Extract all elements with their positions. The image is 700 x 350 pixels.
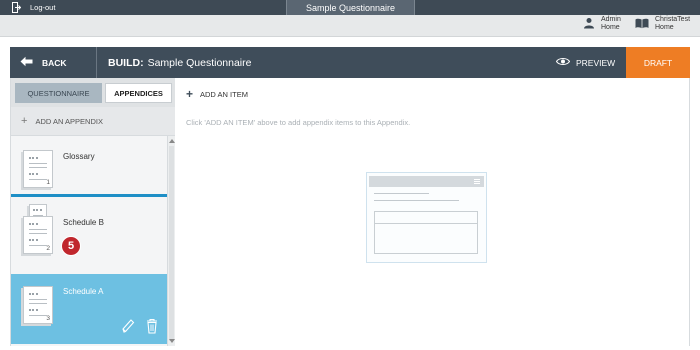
admin-home-label: Admin Home <box>601 16 621 31</box>
trash-icon[interactable] <box>146 318 158 336</box>
admin-home-link[interactable]: Admin Home <box>583 16 621 32</box>
list-item-schedule-a[interactable]: 3 Schedule A <box>11 274 167 344</box>
appendix-name: Schedule B <box>63 218 104 227</box>
back-button[interactable]: BACK <box>10 47 97 78</box>
sidebar-tabs: QUESTIONNAIRE APPENDICES <box>11 78 175 107</box>
build-prefix: BUILD: <box>108 56 144 69</box>
content-frame: QUESTIONNAIRE APPENDICES + ADD AN APPEND… <box>10 78 690 346</box>
status-badge: DRAFT <box>626 47 690 78</box>
appendix-name: Glossary <box>63 152 95 161</box>
appendix-name: Schedule A <box>63 287 104 296</box>
drop-indicator <box>11 194 167 197</box>
document-icon: 3 <box>23 286 53 324</box>
build-header: BACK BUILD: Sample Questionnaire PREVIEW… <box>10 47 690 78</box>
add-item-label: ADD AN ITEM <box>200 89 248 99</box>
page-title: BUILD: Sample Questionnaire <box>108 47 251 78</box>
list-item-schedule-b[interactable]: 2 Schedule B 5 <box>11 202 167 272</box>
logout-label: Log-out <box>30 3 56 12</box>
add-appendix-label: ADD AN APPENDIX <box>35 116 103 126</box>
tab-appendices[interactable]: APPENDICES <box>105 83 172 103</box>
appendix-sidebar: QUESTIONNAIRE APPENDICES + ADD AN APPEND… <box>11 78 175 346</box>
logout-icon <box>12 2 21 13</box>
book-icon <box>635 18 649 31</box>
christa-home-label: ChristaTest Home <box>655 16 691 31</box>
add-appendix-button[interactable]: + ADD AN APPENDIX <box>11 107 175 136</box>
add-item-button[interactable]: + ADD AN ITEM <box>186 87 248 101</box>
window-title-tab[interactable]: Sample Questionnaire <box>286 0 415 15</box>
sidebar-scrollbar[interactable] <box>167 136 175 346</box>
empty-state-illustration <box>366 172 487 263</box>
top-system-bar: Log-out Sample Questionnaire <box>0 0 700 15</box>
questionnaire-title: Sample Questionnaire <box>147 56 252 69</box>
appendix-number: 2 <box>46 245 50 252</box>
empty-state-hint: Click 'ADD AN ITEM' above to add appendi… <box>186 118 411 127</box>
plus-icon: + <box>186 87 194 101</box>
arrow-left-icon <box>20 56 33 69</box>
appendix-number: 1 <box>46 179 50 186</box>
appendix-editor: + ADD AN ITEM Click 'ADD AN ITEM' above … <box>176 78 690 346</box>
user-home-bar: Admin Home ChristaTest Home <box>0 15 700 37</box>
back-label: BACK <box>42 57 67 68</box>
preview-button[interactable]: PREVIEW <box>555 47 616 78</box>
step-badge: 5 <box>61 236 81 256</box>
scroll-down-icon[interactable] <box>169 339 175 343</box>
menu-icon <box>474 179 480 184</box>
christa-home-link[interactable]: ChristaTest Home <box>635 16 690 32</box>
preview-label: PREVIEW <box>576 57 616 68</box>
appendix-list: 1 Glossary 2 Schedule B 5 3 Schedule A <box>11 136 167 346</box>
scroll-thumb[interactable] <box>169 146 174 341</box>
document-icon: 1 <box>23 150 53 188</box>
person-icon <box>583 17 595 31</box>
tab-questionnaire[interactable]: QUESTIONNAIRE <box>15 83 102 103</box>
document-icon: 2 <box>23 216 53 254</box>
pencil-icon[interactable] <box>121 318 135 336</box>
eye-icon <box>555 57 571 68</box>
appendix-number: 3 <box>46 315 50 322</box>
plus-icon: + <box>21 115 28 127</box>
scroll-up-icon[interactable] <box>169 139 175 143</box>
logout-link[interactable]: Log-out <box>12 1 55 14</box>
